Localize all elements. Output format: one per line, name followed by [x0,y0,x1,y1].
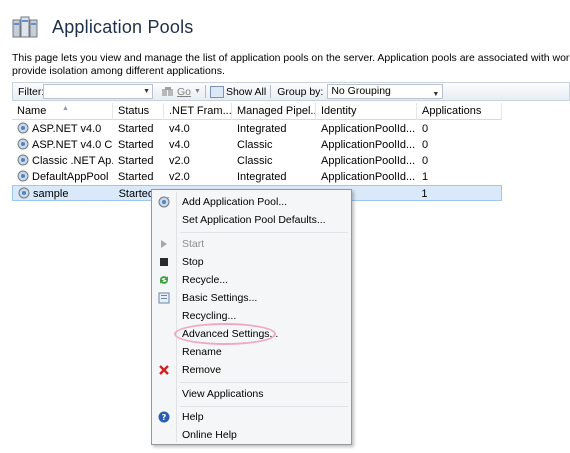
menu-item-basic-settings[interactable]: Basic Settings... [154,289,349,307]
menu-item-start: Start [154,235,349,253]
grid-header: Name ▲ Status .NET Fram... Managed Pipel.… [12,103,502,120]
show-all-button[interactable]: Show All [209,85,267,98]
show-all-icon [209,85,224,98]
app-pool-icon [17,170,29,182]
add-pool-icon [158,196,170,208]
menu-item-remove[interactable]: Remove [154,361,349,379]
chevron-down-icon[interactable]: ▼ [194,88,201,95]
group-by-label: Group by: [277,85,324,98]
table-row[interactable]: Classic .NET Ap... Started v2.0 Classic … [12,153,502,169]
page-header: Application Pools [12,10,194,44]
sort-ascending-icon: ▲ [62,105,69,112]
go-button[interactable]: Go ▼ [161,86,201,98]
help-icon: ? [158,411,170,423]
app-pools-icon [12,14,38,40]
filter-toolbar: Filter: ▼ Go ▼ Show All Group by: No Gro… [12,82,570,101]
menu-item-recycling[interactable]: Recycling... [154,307,349,325]
description-line-1: This page lets you view and manage the l… [12,52,570,64]
app-pool-icon [18,187,30,199]
menu-item-help[interactable]: ? Help [154,408,349,426]
remove-icon [158,364,170,376]
table-row[interactable]: DefaultAppPool Started v2.0 Integrated A… [12,169,502,185]
recycle-icon [158,274,170,286]
menu-item-rename[interactable]: Rename [154,343,349,361]
menu-item-recycle[interactable]: Recycle... [154,271,349,289]
column-header-status[interactable]: Status [113,103,164,120]
page-title: Application Pools [52,16,194,37]
menu-item-online-help[interactable]: Online Help [154,426,349,444]
menu-separator [180,232,348,233]
menu-item-set-defaults[interactable]: Set Application Pool Defaults... [154,211,349,229]
settings-icon [158,292,170,304]
column-header-net-framework[interactable]: .NET Fram... [164,103,232,120]
menu-separator [180,406,348,407]
menu-item-add-application-pool[interactable]: Add Application Pool... [154,193,349,211]
menu-item-stop[interactable]: Stop [154,253,349,271]
table-row[interactable]: ASP.NET v4.0 Started v4.0 Integrated App… [12,121,502,137]
go-icon [161,86,175,98]
column-header-managed-pipeline[interactable]: Managed Pipel... [232,103,316,120]
context-menu: Add Application Pool... Set Application … [151,189,352,445]
app-pool-icon [17,122,29,134]
table-row[interactable]: ASP.NET v4.0 Cl... Started v4.0 Classic … [12,137,502,153]
column-header-applications[interactable]: Applications [417,103,502,120]
app-pool-icon [17,138,29,150]
column-header-identity[interactable]: Identity [316,103,417,120]
go-label: Go [177,85,192,98]
highlight-annotation [174,323,276,345]
page-description: This page lets you view and manage the l… [12,52,570,78]
svg-text:?: ? [162,413,167,422]
chevron-down-icon[interactable]: ▼ [143,88,150,95]
description-line-2: provide isolation among different applic… [12,65,225,77]
chevron-down-icon[interactable]: ▼ [432,88,439,101]
group-by-select[interactable]: No Grouping ▼ [327,84,444,101]
menu-separator [180,382,348,383]
app-pool-icon [17,154,29,166]
stop-icon [158,256,170,268]
group-by-value: No Grouping [331,85,391,97]
start-icon [158,238,170,250]
column-header-name[interactable]: Name ▲ [12,103,113,120]
toolbar-divider [270,85,272,98]
filter-input[interactable]: ▼ [43,84,153,99]
show-all-label: Show All [225,85,267,98]
filter-label: Filter: [18,85,45,98]
toolbar-divider [204,85,206,98]
menu-item-view-applications[interactable]: View Applications [154,385,349,403]
